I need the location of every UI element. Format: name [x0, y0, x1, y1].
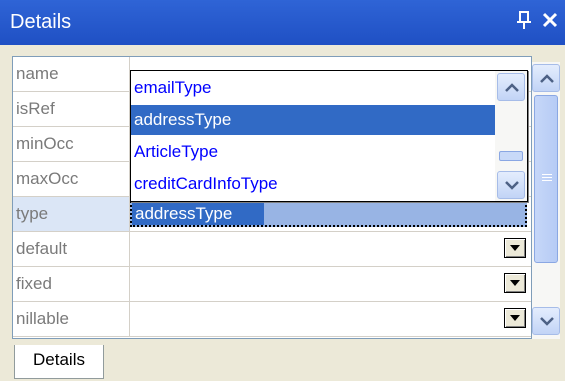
- property-value[interactable]: [130, 267, 531, 302]
- close-icon[interactable]: [540, 10, 560, 30]
- tab-details[interactable]: Details: [14, 345, 104, 379]
- list-item[interactable]: emailType: [131, 73, 495, 103]
- property-label: isRef: [13, 92, 130, 127]
- property-label: default: [13, 232, 130, 267]
- property-label: nillable: [13, 302, 130, 337]
- scroll-thumb[interactable]: [534, 95, 558, 263]
- chevron-down-icon: [510, 245, 520, 251]
- type-value-editor[interactable]: addressType: [130, 201, 527, 227]
- property-label: minOcc: [13, 127, 130, 162]
- scroll-down-button[interactable]: [497, 171, 525, 199]
- chevron-up-icon: [540, 74, 554, 83]
- scroll-down-button[interactable]: [532, 307, 560, 335]
- dropdown-scrollbar[interactable]: [495, 71, 527, 201]
- property-value[interactable]: [130, 302, 531, 337]
- property-row-default[interactable]: default: [13, 232, 531, 267]
- fixed-dropdown-button[interactable]: [504, 273, 526, 293]
- panel-title: Details: [10, 11, 72, 33]
- chevron-down-icon: [510, 280, 520, 286]
- nillable-dropdown-button[interactable]: [504, 308, 526, 328]
- scroll-thumb[interactable]: [499, 151, 523, 161]
- property-value[interactable]: [130, 232, 531, 267]
- list-item[interactable]: ArticleType: [131, 137, 495, 167]
- property-row-nillable[interactable]: nillable: [13, 302, 531, 337]
- property-label: maxOcc: [13, 162, 130, 197]
- list-item[interactable]: addressType: [131, 105, 495, 135]
- grip-icon: [542, 174, 552, 182]
- details-panel: Details name isRef minOcc maxOcc type de…: [0, 0, 565, 381]
- scroll-up-button[interactable]: [497, 73, 525, 101]
- property-label: name: [13, 57, 130, 92]
- property-label: type: [13, 197, 130, 232]
- default-dropdown-button[interactable]: [504, 238, 526, 258]
- list-item[interactable]: creditCardInfoType: [131, 169, 495, 199]
- type-dropdown-list[interactable]: emailType addressType ArticleType credit…: [130, 70, 528, 202]
- title-bar: Details: [0, 0, 565, 45]
- chevron-up-icon: [505, 83, 519, 92]
- chevron-down-icon: [510, 315, 520, 321]
- grid-scrollbar[interactable]: [532, 62, 560, 339]
- chevron-down-icon: [540, 317, 554, 326]
- type-value: addressType: [135, 204, 233, 223]
- chevron-down-icon: [505, 181, 519, 190]
- scroll-up-button[interactable]: [532, 64, 560, 92]
- pin-icon[interactable]: [515, 9, 533, 31]
- property-row-fixed[interactable]: fixed: [13, 267, 531, 302]
- property-label: fixed: [13, 267, 130, 302]
